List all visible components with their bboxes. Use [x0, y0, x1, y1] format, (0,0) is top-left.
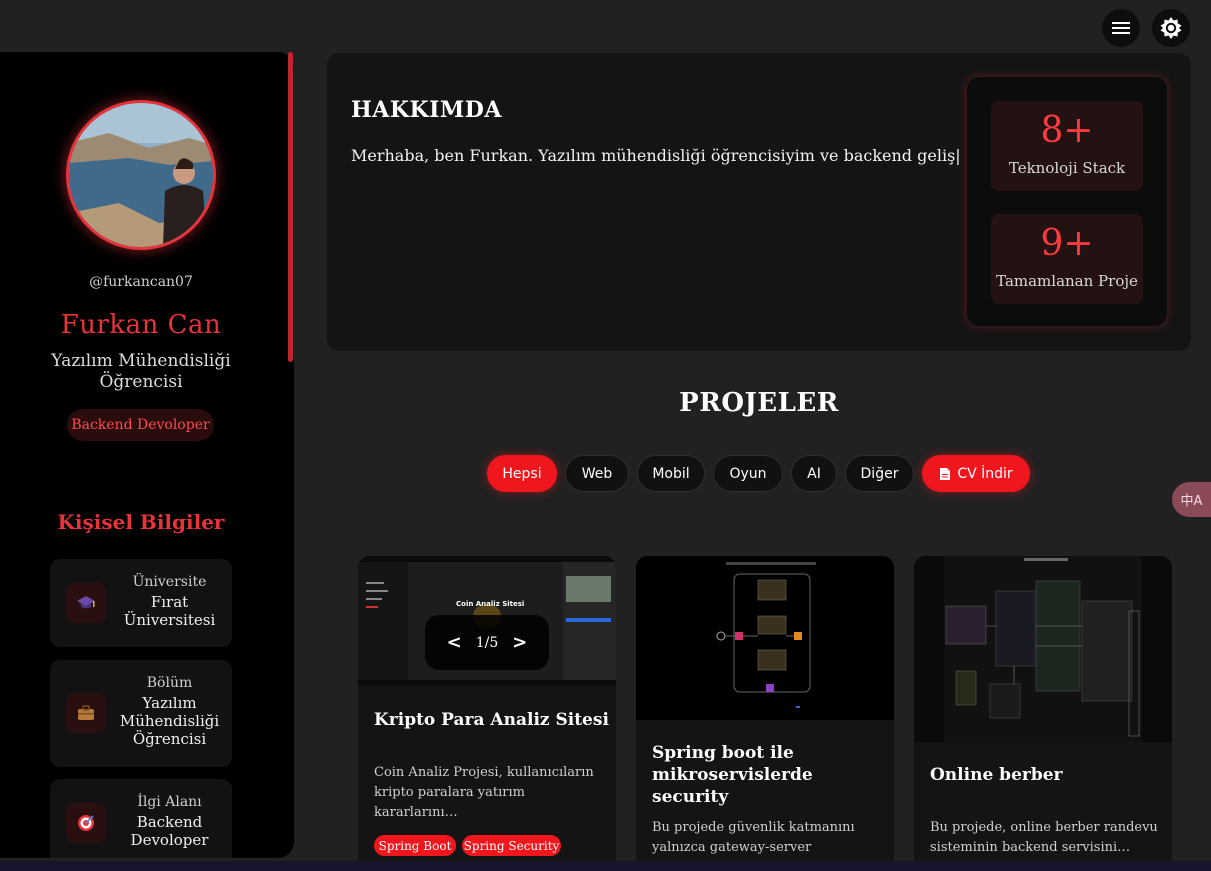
project-description: Coin Analiz Projesi, kullanıcıların krip…	[374, 765, 594, 820]
project-image: Coin Analiz Sitesi < 1/5 >	[358, 556, 616, 686]
sun-icon	[1160, 17, 1182, 39]
image-carousel: < 1/5 >	[425, 615, 549, 670]
about-text: Merhaba, ben Furkan. Yazılım mühendisliğ…	[351, 146, 961, 165]
menu-button[interactable]	[1102, 9, 1140, 47]
translate-button[interactable]: 中A	[1172, 482, 1211, 517]
tag-spring-security: Spring Security	[462, 835, 561, 856]
hamburger-icon	[1112, 22, 1130, 34]
carousel-next-button[interactable]: >	[512, 632, 527, 653]
theme-toggle-button[interactable]	[1152, 9, 1190, 47]
info-card-department: Bölüm Yazılım Mühendisliği Öğrencisi	[50, 660, 232, 767]
filter-all[interactable]: Hepsi	[487, 455, 557, 492]
stat-tech-stack: 8+ Teknoloji Stack	[991, 101, 1143, 191]
project-title: Online berber	[930, 765, 1063, 785]
project-card-crypto[interactable]: Coin Analiz Sitesi < 1/5 > Kripto Para A…	[358, 556, 616, 871]
carousel-counter: 1/5	[475, 634, 499, 651]
profile-name: Furkan Can	[60, 310, 222, 340]
stat-projects: 9+ Tamamlanan Proje	[991, 214, 1143, 304]
briefcase-icon	[66, 693, 106, 733]
filter-ai[interactable]: AI	[791, 455, 837, 492]
info-value: Yazılım Mühendisliği Öğrencisi	[119, 694, 220, 748]
project-description: Bu projede, online berber randevu sistem…	[930, 820, 1158, 855]
project-image	[914, 556, 1172, 742]
document-icon	[940, 467, 951, 480]
cv-download-button[interactable]: CV İndir	[922, 455, 1030, 492]
stat-label: Tamamlanan Proje	[996, 272, 1138, 290]
filter-web[interactable]: Web	[565, 455, 629, 492]
image-caption: Coin Analiz Sitesi	[456, 600, 525, 608]
avatar	[66, 100, 216, 250]
tag-spring-boot: Spring Boot	[374, 835, 456, 856]
project-image	[636, 556, 894, 720]
info-value: Backend Devoloper	[130, 813, 209, 849]
filter-other[interactable]: Diğer	[845, 455, 914, 492]
personal-info-title: Kişisel Bilgiler	[57, 510, 225, 534]
cv-download-label: CV İndir	[957, 465, 1013, 482]
stat-value: 8+	[1040, 110, 1094, 151]
role-badge: Backend Devoloper	[67, 409, 214, 441]
filter-game[interactable]: Oyun	[713, 455, 783, 492]
sidebar: @furkancan07 Furkan Can Yazılım Mühendis…	[0, 52, 294, 858]
graduation-cap-icon	[66, 583, 106, 623]
info-label: Bölüm	[146, 675, 193, 691]
project-card-barber[interactable]: Online berber Bu projede, online berber …	[914, 556, 1172, 871]
stats-box: 8+ Teknoloji Stack 9+ Tamamlanan Proje	[967, 77, 1167, 326]
stat-label: Teknoloji Stack	[1008, 159, 1126, 177]
info-value: Fırat Üniversitesi	[123, 593, 216, 629]
sidebar-scrollbar[interactable]	[288, 52, 293, 362]
projects-title: PROJELER	[679, 388, 839, 418]
about-title: HAKKIMDA	[351, 97, 502, 123]
about-section: HAKKIMDA Merhaba, ben Furkan. Yazılım mü…	[327, 53, 1191, 351]
filter-mobile[interactable]: Mobil	[637, 455, 705, 492]
info-label: İlgi Alanı	[137, 794, 202, 810]
target-icon	[66, 803, 106, 843]
project-title: Spring boot ile mikroservislerde securit…	[652, 743, 813, 807]
project-title: Kripto Para Analiz Sitesi	[374, 710, 609, 730]
info-label: Üniversite	[132, 574, 207, 590]
info-card-university: Üniversite Fırat Üniversitesi	[50, 559, 232, 647]
carousel-prev-button[interactable]: <	[447, 632, 462, 653]
username: @furkancan07	[89, 274, 193, 290]
profile-role: Yazılım Mühendisliği Öğrencisi	[51, 351, 231, 392]
stat-value: 9+	[1040, 223, 1094, 264]
info-card-interest: İlgi Alanı Backend Devoloper	[50, 779, 232, 858]
project-card-microservices[interactable]: Spring boot ile mikroservislerde securit…	[636, 556, 894, 871]
taskbar	[0, 861, 1211, 871]
